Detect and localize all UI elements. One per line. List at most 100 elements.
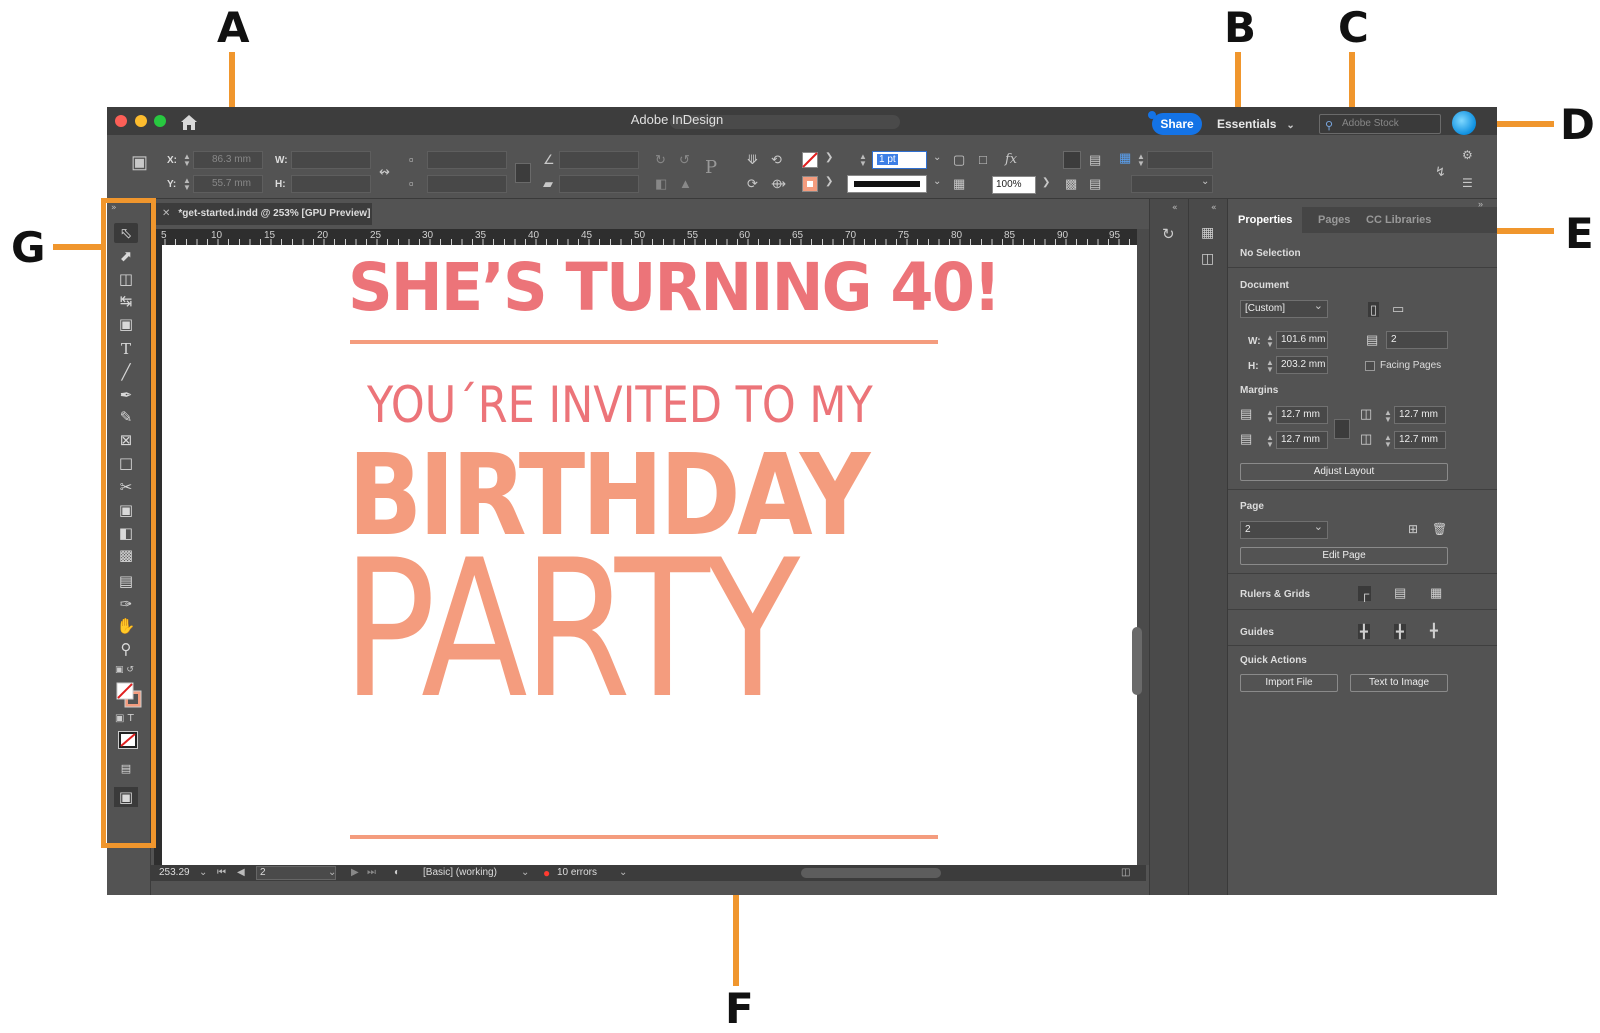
quick-apply-icon[interactable]: ↯: [1435, 165, 1446, 178]
y-stepper[interactable]: ▲ ▼: [183, 177, 191, 192]
layers-panel-icon[interactable]: ▦: [1201, 225, 1214, 241]
select-container-icon[interactable]: ⟱: [747, 153, 758, 166]
rotate-field[interactable]: [559, 151, 639, 169]
y-field[interactable]: 55.7 mm: [193, 175, 263, 193]
zoom-dropdown-icon[interactable]: ⌄: [199, 865, 207, 881]
shear-field[interactable]: [559, 175, 639, 193]
stroke-swatch-arrow-icon[interactable]: ❯: [825, 177, 833, 187]
text-frame-p-icon[interactable]: P: [705, 159, 717, 177]
margin-top-stepper[interactable]: ▲ ▼: [1266, 409, 1274, 424]
column-field[interactable]: [1147, 151, 1213, 169]
add-page-icon[interactable]: ⊞: [1408, 523, 1418, 535]
fill-swatch-arrow-icon[interactable]: ❯: [825, 153, 833, 163]
height-field[interactable]: 203.2 mm: [1276, 356, 1328, 374]
rotate-ccw-icon[interactable]: ↺: [679, 153, 690, 166]
column-stepper[interactable]: ▲ ▼: [1137, 153, 1145, 168]
home-icon[interactable]: [179, 113, 199, 131]
smart-guides-icon[interactable]: ╋: [1430, 624, 1438, 637]
close-window-button[interactable]: [115, 115, 127, 127]
document-grid-icon[interactable]: ▦: [1430, 586, 1442, 599]
margin-left-field[interactable]: 12.7 mm: [1394, 406, 1446, 424]
split-layout-icon[interactable]: ◫: [1121, 865, 1130, 881]
select-next-icon[interactable]: ⟴: [771, 177, 786, 190]
h-field[interactable]: [291, 175, 371, 193]
maximize-window-button[interactable]: [154, 115, 166, 127]
panel-expand-icon[interactable]: «: [1172, 203, 1178, 213]
align-center-icon[interactable]: [1063, 151, 1081, 169]
edit-page-button[interactable]: Edit Page: [1240, 547, 1448, 565]
facing-pages-checkbox[interactable]: [1365, 361, 1375, 371]
x-stepper[interactable]: ▲ ▼: [183, 153, 191, 168]
share-button[interactable]: Share: [1152, 113, 1202, 135]
fill-none-icon[interactable]: [802, 152, 818, 168]
tab-pages[interactable]: Pages: [1308, 207, 1360, 233]
error-count[interactable]: 10 errors: [557, 865, 597, 881]
first-page-icon[interactable]: ⏮: [217, 865, 226, 881]
gear-icon[interactable]: ⚙: [1462, 149, 1473, 161]
stroke-weight-field[interactable]: 1 pt: [872, 151, 927, 169]
page-dropdown[interactable]: 2: [1240, 519, 1328, 539]
constrain-proportions-icon[interactable]: ↭: [379, 165, 390, 178]
drop-shadow-icon[interactable]: □: [979, 153, 987, 166]
w-field[interactable]: [291, 151, 371, 169]
page-dropdown-icon[interactable]: ⌄: [328, 865, 336, 881]
scale-x-field[interactable]: [427, 151, 507, 169]
select-previous-icon[interactable]: ⟳: [747, 177, 758, 190]
margin-top-field[interactable]: 12.7 mm: [1276, 406, 1328, 424]
lock-guides-icon[interactable]: ╋: [1394, 624, 1406, 639]
stroke-weight-stepper[interactable]: ▲ ▼: [859, 153, 867, 168]
opacity-arrow-icon[interactable]: ❯: [1042, 178, 1050, 188]
flip-vertical-icon[interactable]: ▲: [679, 177, 692, 190]
style-dropdown-icon[interactable]: ⌄: [1201, 177, 1209, 187]
auto-fit-icon[interactable]: ▦: [1119, 151, 1131, 164]
reference-point-icon[interactable]: ▣: [131, 153, 148, 171]
links-panel-icon[interactable]: ◫: [1201, 251, 1214, 267]
show-guides-icon[interactable]: ╋: [1358, 624, 1370, 639]
select-content-icon[interactable]: ⟲: [771, 153, 782, 166]
baseline-grid-icon[interactable]: ▤: [1394, 586, 1406, 599]
distribute-icon[interactable]: ▤: [1089, 153, 1101, 166]
next-page-icon[interactable]: ▶: [351, 865, 359, 881]
user-avatar[interactable]: [1452, 111, 1476, 135]
x-field[interactable]: 86.3 mm: [193, 151, 263, 169]
stroke-type-dropdown-icon[interactable]: ⌄: [933, 177, 941, 187]
margin-right-field[interactable]: 12.7 mm: [1394, 431, 1446, 449]
link-scale-icon[interactable]: [515, 163, 531, 183]
align-middle-icon[interactable]: ▩: [1065, 177, 1077, 190]
scale-y-field[interactable]: [427, 175, 507, 193]
margin-left-stepper[interactable]: ▲ ▼: [1384, 409, 1392, 424]
tab-properties[interactable]: Properties: [1228, 207, 1303, 233]
pages-panel-icon[interactable]: ↻: [1162, 225, 1175, 243]
preflight-icon[interactable]: ◐: [394, 865, 400, 881]
page-number-field[interactable]: 2: [256, 866, 336, 880]
margin-bottom-stepper[interactable]: ▲ ▼: [1266, 434, 1274, 449]
adobe-stock-search[interactable]: ⚲ Adobe Stock: [1319, 114, 1441, 134]
preflight-dropdown-icon[interactable]: ⌄: [521, 865, 529, 881]
minimize-window-button[interactable]: [135, 115, 147, 127]
stroke-weight-dropdown-icon[interactable]: ⌄: [933, 153, 941, 163]
align-bottom-icon[interactable]: ▤: [1089, 177, 1101, 190]
height-stepper[interactable]: ▲ ▼: [1266, 359, 1274, 374]
preflight-profile[interactable]: [Basic] (working): [423, 865, 497, 881]
adjust-layout-button[interactable]: Adjust Layout: [1240, 463, 1448, 481]
margin-right-stepper[interactable]: ▲ ▼: [1384, 434, 1392, 449]
close-tab-icon[interactable]: ✕: [162, 208, 170, 219]
document-preset-dropdown[interactable]: [Custom]: [1240, 298, 1328, 318]
landscape-orientation-icon[interactable]: ▭: [1392, 302, 1404, 315]
rulers-icon[interactable]: ┌: [1358, 586, 1372, 601]
panel-expand-icon[interactable]: «: [1211, 203, 1217, 213]
width-field[interactable]: 101.6 mm: [1276, 331, 1328, 349]
width-stepper[interactable]: ▲ ▼: [1266, 334, 1274, 349]
panel-menu-icon[interactable]: ☰: [1462, 177, 1473, 189]
document-tab[interactable]: ✕ *get-started.indd @ 253% [GPU Preview]: [154, 203, 372, 225]
link-margins-icon[interactable]: [1334, 419, 1350, 439]
vertical-scrollbar[interactable]: [1132, 627, 1142, 695]
errors-dropdown-icon[interactable]: ⌄: [619, 865, 627, 881]
previous-page-icon[interactable]: ◀: [237, 865, 245, 881]
portrait-orientation-icon[interactable]: ▯: [1368, 302, 1380, 317]
frame-fitting-icon[interactable]: ▢: [953, 153, 965, 166]
rotate-cw-icon[interactable]: ↻: [655, 153, 666, 166]
stroke-type-field[interactable]: [847, 175, 927, 193]
horizontal-ruler[interactable]: 5 10 15 20 25 30 35 40 45 50 55 60 65 70…: [154, 229, 1154, 245]
workspace-switcher[interactable]: Essentials ⌄: [1217, 115, 1295, 133]
